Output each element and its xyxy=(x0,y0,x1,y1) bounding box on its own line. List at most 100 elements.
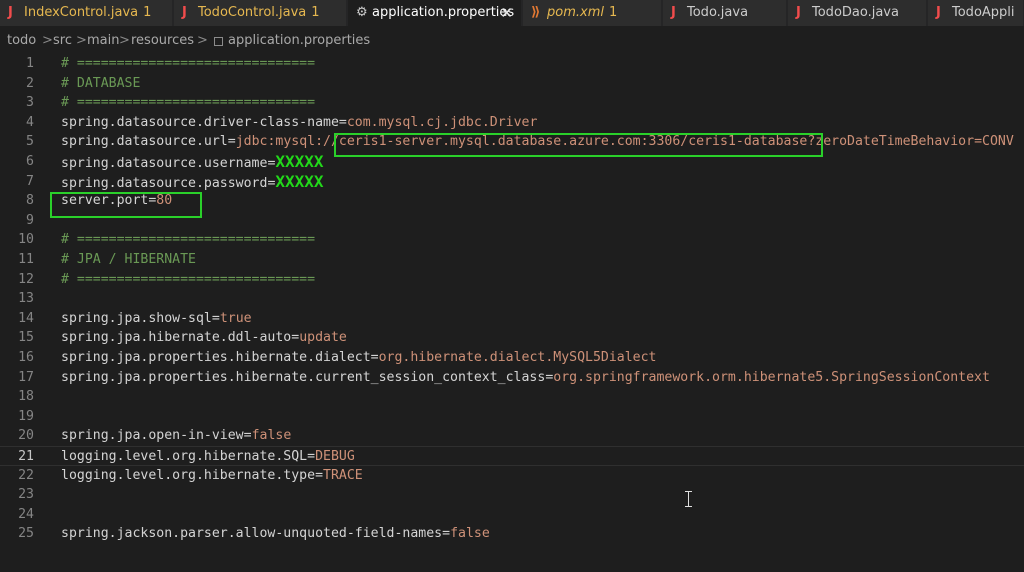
code-line[interactable]: 24 xyxy=(0,505,1024,525)
property-value: false xyxy=(251,428,292,444)
editor-tab-bar: J IndexControl.java 1 J TodoControl.java 1 ⚙ ap… xyxy=(0,0,1024,26)
code-text: spring.datasource.driver-class-name=com.… xyxy=(61,113,537,133)
equals-sign: = xyxy=(315,467,324,483)
line-number: 22 xyxy=(18,467,34,483)
property-key: logging.level.org.hibernate.SQL xyxy=(61,449,308,464)
close-icon[interactable]: ✕ xyxy=(500,0,513,26)
code-line[interactable]: 9 xyxy=(0,211,1024,231)
code-line[interactable]: 21 logging.level.org.hibernate.SQL=DEBUG xyxy=(0,446,1024,466)
tab-label-text: application.properties xyxy=(372,5,515,20)
property-key: server.port xyxy=(61,193,149,209)
line-number: 18 xyxy=(18,389,34,405)
problem-count-badge: 1 xyxy=(143,5,152,20)
property-key: spring.datasource.password xyxy=(61,175,268,191)
code-text: spring.datasource.url=jdbc:mysql://ceris… xyxy=(61,132,1014,152)
property-key: spring.jpa.hibernate.ddl-auto xyxy=(61,330,292,346)
code-line[interactable]: 10 # ============================== xyxy=(0,230,1024,250)
line-number: 16 xyxy=(18,350,34,365)
code-line[interactable]: 6 spring.datasource.username=XXXXX xyxy=(0,152,1024,172)
tab-todocontrol-java[interactable]: J TodoControl.java 1 xyxy=(174,0,347,26)
code-line[interactable]: 11 # JPA / HIBERNATE xyxy=(0,250,1024,270)
code-line[interactable]: 14 spring.jpa.show-sql=true xyxy=(0,309,1024,329)
code-text: spring.datasource.username=XXXXX xyxy=(61,152,324,174)
property-value: update xyxy=(299,330,347,346)
code-text: # ============================== xyxy=(61,270,315,290)
code-text: spring.jpa.open-in-view=false xyxy=(61,426,291,446)
equals-sign: = xyxy=(307,449,316,464)
code-text: # ============================== xyxy=(61,93,315,113)
code-line[interactable]: 13 xyxy=(0,289,1024,309)
equals-sign: = xyxy=(338,114,347,130)
redacted-value: XXXXX xyxy=(275,152,324,171)
code-text: # JPA / HIBERNATE xyxy=(61,250,196,270)
line-number: 7 xyxy=(26,173,34,189)
property-value: TRACE xyxy=(323,467,363,483)
problem-count-badge: 1 xyxy=(608,5,618,20)
tab-label: pom.xml 1 xyxy=(547,0,617,26)
line-number: 6 xyxy=(26,154,34,169)
tab-label-text: TodoDao.java xyxy=(812,5,899,20)
tab-todo-java[interactable]: J Todo.java xyxy=(663,0,787,26)
property-value: true xyxy=(219,310,252,326)
property-value: com.mysql.cj.jdbc.Driver xyxy=(346,114,538,130)
equals-sign: = xyxy=(442,526,451,542)
code-line[interactable]: 25 spring.jackson.parser.allow-unquoted-f… xyxy=(0,524,1024,544)
code-line[interactable]: 2 # DATABASE xyxy=(0,74,1024,94)
code-text: spring.jpa.properties.hibernate.dialect=… xyxy=(61,348,657,368)
comment-text: # ============================== xyxy=(61,271,316,287)
java-file-icon: J xyxy=(796,5,801,20)
code-line[interactable]: 19 xyxy=(0,407,1024,427)
tab-label: Todo.java xyxy=(687,0,748,26)
tab-indexcontrol-java[interactable]: J IndexControl.java 1 xyxy=(0,0,173,26)
tab-label: TodoDao.java xyxy=(812,0,899,26)
line-number: 9 xyxy=(26,212,34,228)
code-line[interactable]: 5 spring.datasource.url=jdbc:mysql://ceri… xyxy=(0,132,1024,152)
line-number: 12 xyxy=(18,271,34,287)
property-key: logging.level.org.hibernate.type xyxy=(61,467,316,483)
code-editor[interactable]: 25 spring.jackson.parser.allow-unquoted-f… xyxy=(0,52,1024,572)
code-line[interactable]: 12 # ============================== xyxy=(0,270,1024,290)
comment-text: # ============================== xyxy=(61,56,316,71)
code-line[interactable]: 17 spring.jpa.properties.hibernate.curren… xyxy=(0,368,1024,388)
property-key: spring.datasource.url xyxy=(61,134,228,150)
tab-todoappli[interactable]: J TodoAppli xyxy=(928,0,1024,26)
java-file-icon: J xyxy=(936,5,941,20)
line-number: 10 xyxy=(18,232,34,248)
property-key: spring.jpa.properties.hibernate.current_… xyxy=(61,369,546,385)
tab-label-text: pom.xml xyxy=(547,5,604,20)
code-line[interactable]: 18 xyxy=(0,387,1024,407)
java-file-icon: J xyxy=(8,5,13,20)
line-number: 15 xyxy=(18,330,34,346)
code-line[interactable]: 3 # ============================== xyxy=(0,93,1024,113)
tab-tododao-java[interactable]: J TodoDao.java xyxy=(788,0,927,26)
line-number: 17 xyxy=(18,369,34,385)
code-text: logging.level.org.hibernate.type=TRACE xyxy=(61,466,363,486)
code-line[interactable]: 7 spring.datasource.password=XXXXX xyxy=(0,172,1024,192)
code-text: spring.jackson.parser.allow-unquoted-fie… xyxy=(61,524,490,544)
tab-label-text: Todo.java xyxy=(687,5,749,20)
code-text: # ============================== xyxy=(61,54,315,74)
code-line[interactable]: 8 server.port=80 xyxy=(0,191,1024,211)
code-line[interactable]: 4 spring.datasource.driver-class-name=com… xyxy=(0,113,1024,133)
equals-sign: = xyxy=(243,428,252,444)
comment-text: # ============================== xyxy=(61,232,316,248)
code-line[interactable]: 20 spring.jpa.open-in-view=false xyxy=(0,426,1024,446)
tab-application-properties[interactable]: ⚙ application.properties ✕ xyxy=(348,0,522,26)
code-line[interactable]: 22 logging.level.org.hibernate.type=TRACE xyxy=(0,466,1024,486)
code-text: spring.jpa.hibernate.ddl-auto=update xyxy=(61,328,347,348)
tab-label: IndexControl.java 1 xyxy=(24,0,151,26)
code-text: spring.datasource.password=XXXXX xyxy=(61,172,324,194)
line-number: 2 xyxy=(26,75,34,91)
java-file-icon: J xyxy=(182,5,187,20)
line-number: 8 xyxy=(26,193,34,209)
code-line[interactable]: 23 xyxy=(0,485,1024,505)
java-file-icon: J xyxy=(671,5,676,20)
line-number: 1 xyxy=(26,56,34,71)
line-number: 13 xyxy=(18,291,34,307)
code-line[interactable]: 1 # ============================== xyxy=(0,54,1024,74)
property-key: spring.jpa.properties.hibernate.dialect xyxy=(61,350,371,365)
code-line[interactable]: 16 spring.jpa.properties.hibernate.dialec… xyxy=(0,348,1024,368)
tab-label: TodoAppli xyxy=(952,0,1015,26)
tab-pom-xml[interactable]: ⟫ pom.xml 1 xyxy=(523,0,662,26)
code-line[interactable]: 15 spring.jpa.hibernate.ddl-auto=update xyxy=(0,328,1024,348)
